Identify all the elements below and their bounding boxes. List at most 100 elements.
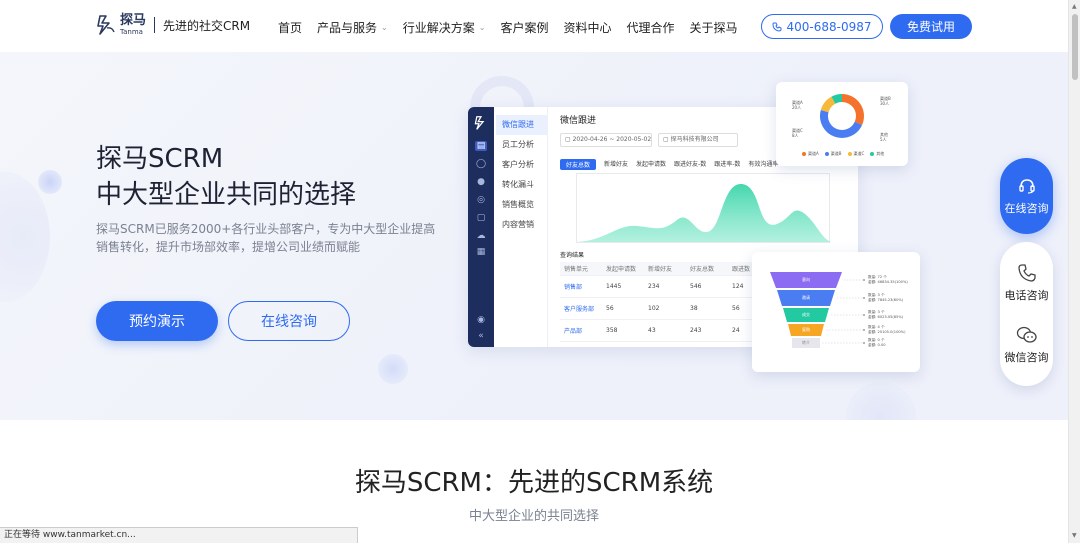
- funnel-ann-amount: 金额: 0.00: [868, 343, 886, 347]
- menu-label: 关于探马: [689, 21, 738, 35]
- funnel-chart-card: 意向 邀请 成交 复购 转介 数量: 72 个金额: 46834.35(100%…: [752, 252, 920, 372]
- dashboard-menu-item: 员工分析: [502, 140, 534, 149]
- legend-item: 渠道C: [847, 151, 865, 157]
- phone-button[interactable]: 400-688-0987: [761, 14, 883, 39]
- legend-item: 渠道A: [802, 151, 819, 157]
- dashboard-menu: 微信跟进 员工分析 客户分析 转化漏斗 销售概览 内容营销: [496, 107, 548, 347]
- table-cell: 102: [648, 305, 660, 312]
- dashboard-tab: 好友总数: [560, 159, 597, 170]
- donut-label-value: 20人: [792, 105, 802, 110]
- logo-slogan: 先进的社交CRM: [163, 18, 251, 33]
- free-trial-button[interactable]: 免费试用: [890, 14, 972, 39]
- tanma-logo-icon: [97, 15, 115, 35]
- company-field: ▢ 探马科技有限公司: [658, 133, 738, 147]
- target-icon: ◎: [477, 195, 485, 205]
- menu-item-home[interactable]: 首页: [278, 19, 302, 36]
- menu-item-resources[interactable]: 资料中心: [563, 19, 611, 36]
- funnel-stage-label: 邀请: [802, 295, 810, 300]
- table-cell: 产品部: [564, 328, 583, 335]
- donut-legend: 渠道A 渠道B 渠道C 其他: [802, 151, 884, 157]
- dashboard-menu-item: 微信跟进: [496, 115, 547, 135]
- scroll-down-icon[interactable]: ▼: [1072, 532, 1077, 539]
- donut-slice: [820, 110, 863, 138]
- menu-item-products[interactable]: 产品与服务 ⌄: [317, 19, 388, 36]
- wechat-consult-button[interactable]: 微信咨询: [1005, 325, 1049, 365]
- menu-item-about[interactable]: 关于探马: [690, 19, 738, 36]
- book-demo-button[interactable]: 预约演示: [96, 301, 218, 341]
- menu-label: 资料中心: [563, 21, 612, 35]
- dashboard-tab: 新增好友: [604, 161, 629, 168]
- page-scrollbar[interactable]: ▲ ▼: [1068, 0, 1080, 543]
- menu-label: 代理合作: [626, 21, 675, 35]
- online-consult-button[interactable]: 在线咨询: [228, 301, 350, 341]
- area-chart: [576, 173, 831, 243]
- logo-en: Tanma: [120, 28, 143, 36]
- logo-cn: 探马: [120, 13, 147, 28]
- float-online-label: 在线咨询: [1004, 202, 1049, 215]
- table-cell: 1445: [606, 283, 622, 290]
- donut-slice: [841, 94, 864, 126]
- funnel-ann-amount: 金额: 6023.05(85%): [868, 315, 904, 319]
- legend-label: 渠道A: [808, 151, 819, 156]
- scroll-thumb[interactable]: [1072, 14, 1078, 80]
- funnel-ann-count: 数量: 0 个: [868, 338, 885, 342]
- table-cell: 56: [606, 305, 614, 312]
- funnel-ann-amount: 金额: 20105.0(100%): [868, 330, 906, 334]
- float-online-consult-button[interactable]: 在线咨询: [1000, 158, 1053, 234]
- donut-chart-card: 渠道A 20人 渠道B 30人 渠道C 8人 其他 5人 渠道A 渠道B 渠道C 其他: [776, 82, 908, 166]
- legend-dot: [802, 152, 806, 156]
- funnel-stage-label: 意向: [802, 277, 810, 282]
- donut-label: 渠道B 30人: [880, 96, 891, 106]
- section-title: 探马SCRM：先进的SCRM系统: [354, 468, 714, 498]
- scroll-up-icon[interactable]: ▲: [1072, 3, 1077, 10]
- menu-item-agent[interactable]: 代理合作: [626, 19, 674, 36]
- funnel-annotation: 数量: 72 个金额: 46834.35(100%): [868, 275, 908, 285]
- legend-item: 其他: [870, 151, 884, 157]
- table-cell: 546: [690, 283, 702, 290]
- table-header-cell: 销售单元: [564, 266, 589, 273]
- company-value: 探马科技有限公司: [670, 136, 719, 143]
- dashboard-tab: 跟进好友-数: [674, 161, 707, 168]
- chevron-down-icon: ⌄: [478, 23, 486, 32]
- section-subtitle: 中大型企业的共同选择: [468, 509, 599, 524]
- menu-item-solutions[interactable]: 行业解决方案 ⌄: [403, 19, 486, 36]
- donut-label-value: 5人: [880, 137, 887, 142]
- chart-icon: ▤: [475, 141, 487, 151]
- dashboard-menu-item: 客户分析: [502, 160, 534, 169]
- legend-item: 渠道B: [824, 151, 842, 157]
- hero-description: 探马SCRM已服务2000+各行业头部客户，专为中大型企业提高销售转化，提升市场…: [96, 222, 436, 254]
- dashboard-menu-item: 内容营销: [502, 220, 534, 229]
- date-range-field: ▢ 2020-04-26 ~ 2020-05-02: [560, 133, 652, 147]
- table-cell: 38: [690, 305, 698, 312]
- funnel-stage-label: 成交: [802, 312, 810, 317]
- table-cell: 243: [690, 327, 702, 334]
- table-cell: 销售部: [564, 284, 583, 291]
- table-cell: 234: [648, 283, 660, 290]
- deco-circle: [38, 170, 62, 194]
- phone-consult-button[interactable]: 电话咨询: [1005, 263, 1049, 303]
- browser-status-bar: 正在等待 www.tanmarket.cn...: [0, 527, 358, 543]
- donut-label: 渠道A 20人: [792, 100, 803, 110]
- table-title: 查询结果: [560, 252, 585, 259]
- chevron-down-icon: ⌄: [381, 23, 388, 32]
- dashboard-tabs: 好友总数 新增好友 发起申请数 跟进好友-数 跟进率-数 有效沟通率-%: [560, 159, 786, 170]
- logo[interactable]: 探马 Tanma 先进的社交CRM: [96, 14, 250, 36]
- grid-icon: ▦: [476, 247, 486, 257]
- shield-icon: ◯: [475, 159, 487, 169]
- donut-label-value: 8人: [792, 133, 799, 138]
- funnel-ann-count: 数量: 72 个: [868, 275, 887, 279]
- float-contact-group: 电话咨询 微信咨询: [1000, 242, 1053, 386]
- phone-number: 400-688-0987: [786, 19, 872, 34]
- legend-dot: [847, 152, 852, 156]
- legend-label: 渠道C: [853, 151, 865, 156]
- funnel-stage-label: 复购: [802, 327, 810, 332]
- top-nav: 探马 Tanma 先进的社交CRM 首页 产品与服务 ⌄ 行业解决方案 ⌄ 客户案例…: [0, 0, 1068, 52]
- dashboard-menu-item: 销售概览: [502, 200, 534, 209]
- wechat-consult-label: 微信咨询: [1004, 351, 1049, 364]
- funnel-ann-count: 数量: 3 个: [868, 310, 885, 314]
- tanma-logo-icon: [474, 116, 485, 130]
- funnel-annotation: 数量: 3 个金额: 7845.23(60%): [868, 293, 903, 303]
- funnel-stage-label: 转介: [802, 340, 810, 345]
- menu-label: 行业解决方案: [402, 21, 475, 35]
- menu-item-cases[interactable]: 客户案例: [500, 19, 548, 36]
